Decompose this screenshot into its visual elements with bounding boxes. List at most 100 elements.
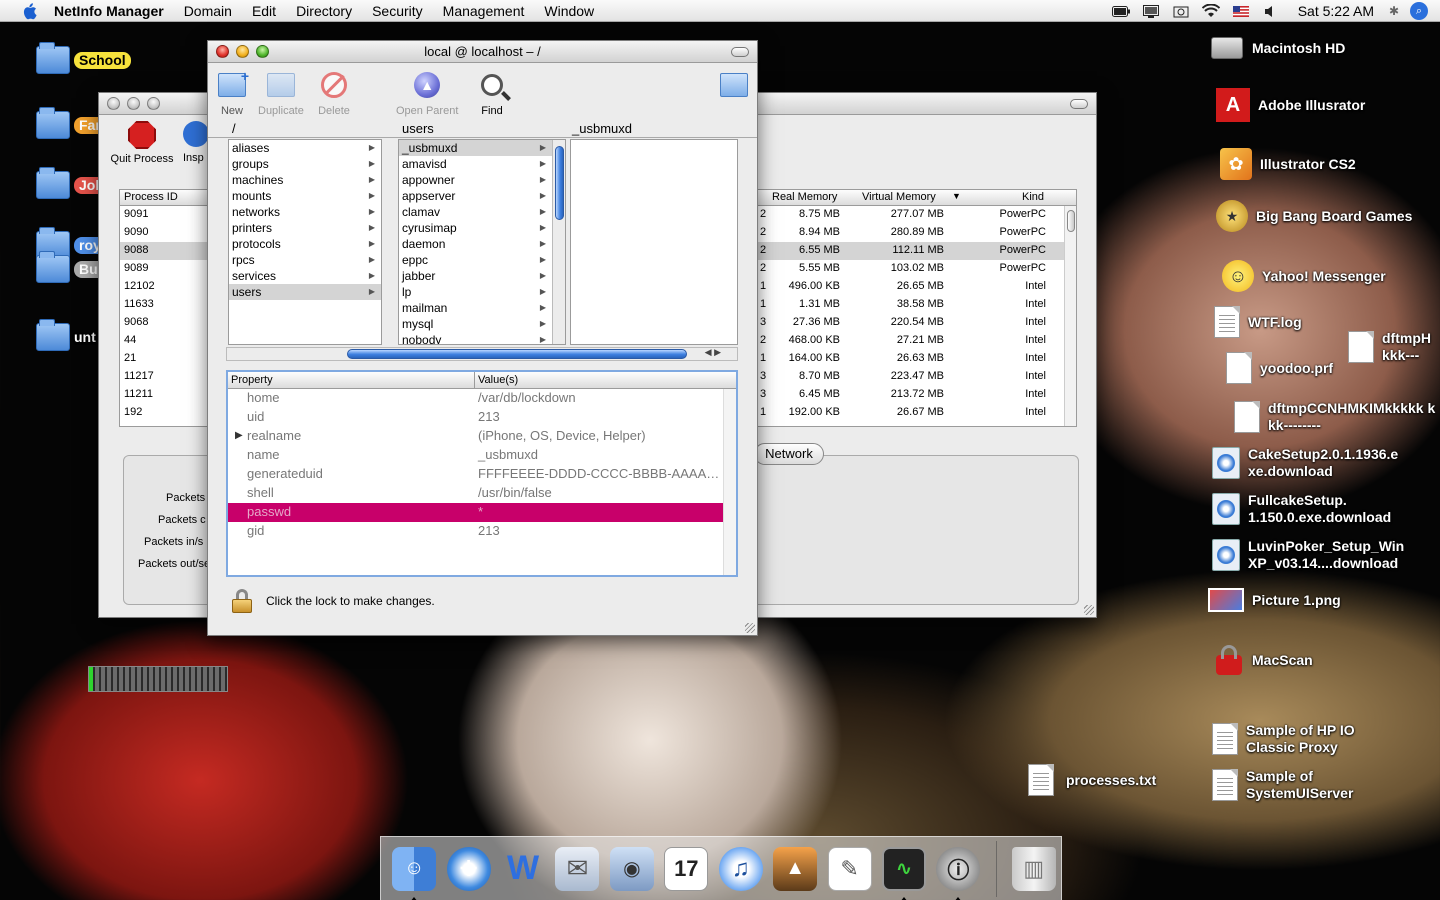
property-table-scrollbar[interactable]: [723, 389, 736, 575]
directory-item[interactable]: aliases ▶: [229, 140, 381, 156]
lock-icon[interactable]: [232, 589, 252, 613]
user-item[interactable]: clamav ▶: [399, 204, 552, 220]
desktop-item-sample-systemuiserver[interactable]: Sample of SystemUIServer: [1212, 768, 1412, 802]
col-values[interactable]: Value(s): [478, 374, 518, 386]
menu-directory[interactable]: Directory: [286, 0, 362, 22]
user-item[interactable]: mysql ▶: [399, 316, 552, 332]
desktop-folder-school[interactable]: School: [36, 42, 131, 74]
desktop-item-adobe-illusrator[interactable]: A Adobe Illusrator: [1216, 88, 1365, 122]
process-table-scrollbar[interactable]: [1064, 206, 1076, 426]
volume-icon[interactable]: [1261, 4, 1281, 18]
menu-domain[interactable]: Domain: [174, 0, 242, 22]
close-button[interactable]: [216, 45, 229, 58]
user-item[interactable]: appowner ▶: [399, 172, 552, 188]
col-property[interactable]: Property: [231, 374, 273, 386]
menu-window[interactable]: Window: [534, 0, 604, 22]
property-value[interactable]: 213: [478, 523, 500, 538]
column-root[interactable]: aliases ▶ groups ▶ machines ▶ mounts ▶ networks ▶…: [228, 139, 382, 345]
iphoto-dock-icon[interactable]: ◉: [608, 843, 656, 895]
desktop-item-yahoo-messenger[interactable]: ☺ Yahoo! Messenger: [1222, 260, 1386, 292]
directory-item[interactable]: services ▶: [229, 268, 381, 284]
spotlight-icon[interactable]: ⌕: [1410, 2, 1428, 20]
mail-dock-icon[interactable]: ✉: [553, 843, 601, 895]
menu-management[interactable]: Management: [433, 0, 535, 22]
apple-menu-icon[interactable]: [18, 0, 40, 22]
directory-item[interactable]: networks ▶: [229, 204, 381, 220]
quit-process-button[interactable]: Quit Process: [107, 121, 177, 165]
user-item[interactable]: _usbmuxd ▶: [399, 140, 552, 156]
user-item[interactable]: lp ▶: [399, 284, 552, 300]
itunes-dock-icon[interactable]: ♫: [717, 843, 765, 895]
finder-dock-icon[interactable]: ☺: [390, 843, 438, 900]
property-row[interactable]: gid 213: [228, 522, 736, 541]
col-virtual-memory[interactable]: Virtual Memory: [862, 191, 936, 203]
property-row[interactable]: home/var/db/lockdown: [228, 389, 736, 408]
minimize-button[interactable]: [127, 97, 140, 110]
user-item[interactable]: mailman ▶: [399, 300, 552, 316]
menu-app-name[interactable]: NetInfo Manager: [54, 0, 174, 22]
desktop-item-illustrator-cs2[interactable]: ✿ Illustrator CS2: [1220, 148, 1356, 180]
netinfo-titlebar[interactable]: local @ localhost – /: [208, 41, 757, 63]
desktop-item-fullcakesetup[interactable]: FullcakeSetup. 1.150.0.exe.download: [1212, 492, 1432, 526]
user-item[interactable]: eppc ▶: [399, 252, 552, 268]
find-button[interactable]: Find: [476, 69, 508, 117]
property-value[interactable]: 213: [478, 409, 500, 424]
word-dock-icon[interactable]: W: [499, 843, 547, 895]
activity-monitor-dock-icon[interactable]: ∿: [880, 843, 928, 900]
ical-dock-icon[interactable]: 17: [662, 843, 710, 895]
desktop-item-dftmp-ccnhmkim[interactable]: dftmpCCNHMKIMkkkkk kkk--------: [1234, 400, 1440, 434]
directory-item[interactable]: rpcs ▶: [229, 252, 381, 268]
directory-item[interactable]: printers ▶: [229, 220, 381, 236]
browser-horizontal-scrollbar[interactable]: ◀ ▶: [226, 347, 738, 361]
iphoto-library-dock-icon[interactable]: ▲: [771, 843, 819, 895]
resize-handle[interactable]: [745, 623, 755, 633]
desktop-item-luvinpoker[interactable]: LuvinPoker_Setup_Win XP_v03.14....downlo…: [1212, 538, 1432, 572]
duplicate-button[interactable]: Duplicate: [258, 69, 304, 117]
disclosure-triangle-icon[interactable]: ▶: [235, 430, 243, 441]
display-icon[interactable]: [1141, 4, 1161, 18]
close-button[interactable]: [107, 97, 120, 110]
column-usbmuxd[interactable]: [570, 139, 738, 345]
toolbar-toggle-button[interactable]: [731, 47, 749, 57]
property-row[interactable]: uid 213: [228, 408, 736, 427]
toolbar-toggle-button[interactable]: [1070, 99, 1088, 109]
desktop-item-yoodoo-prf[interactable]: yoodoo.prf: [1226, 352, 1333, 384]
property-row[interactable]: ▶ realname (iPhone, OS, Device, Helper): [228, 427, 736, 446]
property-row[interactable]: name _usbmuxd: [228, 446, 736, 465]
col-real-memory[interactable]: Real Memory: [772, 191, 837, 203]
inspect-button[interactable]: Insp: [183, 121, 209, 164]
menu-edit[interactable]: Edit: [242, 0, 286, 22]
property-row[interactable]: shell/usr/bin/false: [228, 484, 736, 503]
directory-item[interactable]: mounts ▶: [229, 188, 381, 204]
open-parent-button[interactable]: ▲ Open Parent: [396, 69, 458, 117]
desktop-item-macintosh-hd[interactable]: Macintosh HD: [1210, 32, 1345, 64]
zoom-button[interactable]: [147, 97, 160, 110]
minimize-button[interactable]: [236, 45, 249, 58]
netinfo-dock-icon[interactable]: ⓘ: [934, 843, 982, 900]
customize-folder-button[interactable]: [718, 69, 750, 105]
col-kind[interactable]: Kind: [1022, 191, 1044, 203]
tab-network[interactable]: Network: [754, 443, 824, 465]
desktop-item-wtf-log[interactable]: WTF.log: [1214, 306, 1302, 338]
desktop-item-big-bang-board-games[interactable]: ★ Big Bang Board Games: [1216, 200, 1412, 232]
column-users-scrollbar[interactable]: [552, 140, 565, 344]
user-item[interactable]: daemon ▶: [399, 236, 552, 252]
directory-item[interactable]: groups ▶: [229, 156, 381, 172]
menu-security[interactable]: Security: [362, 0, 433, 22]
property-value[interactable]: (iPhone, OS, Device, Helper): [478, 428, 646, 443]
delete-button[interactable]: Delete: [318, 69, 350, 117]
property-table[interactable]: Property Value(s) home/var/db/lockdown ui…: [226, 370, 738, 577]
us-flag-icon[interactable]: [1231, 4, 1251, 18]
directory-item[interactable]: machines ▶: [229, 172, 381, 188]
desktop-item-processes-txt[interactable]: processes.txt: [1028, 764, 1156, 796]
user-item[interactable]: amavisd ▶: [399, 156, 552, 172]
property-value[interactable]: _usbmuxd: [478, 447, 538, 462]
property-value[interactable]: /usr/bin/false: [478, 485, 552, 500]
user-item[interactable]: nobody ▶: [399, 332, 552, 344]
column-users[interactable]: _usbmuxd ▶ amavisd ▶ appowner ▶ appserver ▶ clam…: [398, 139, 566, 345]
user-item[interactable]: cyrusimap ▶: [399, 220, 552, 236]
desktop-item-dftmp-h[interactable]: dftmpH kkk---: [1348, 330, 1440, 364]
desktop-item-cakesetup[interactable]: CakeSetup2.0.1.1936.e xe.download: [1212, 446, 1432, 480]
col-process-id[interactable]: Process ID: [124, 191, 178, 203]
time-machine-icon[interactable]: [1171, 4, 1191, 18]
